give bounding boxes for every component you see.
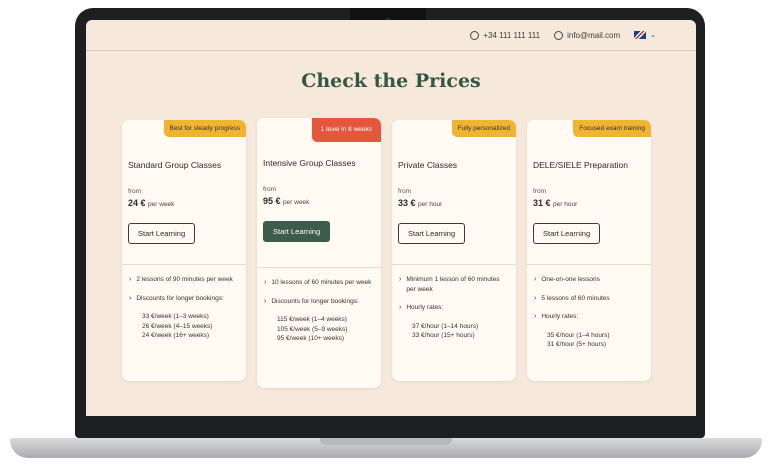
price: 31 € per hour (533, 198, 645, 208)
chevron-right-icon: › (129, 276, 132, 283)
price: 24 € per week (128, 198, 240, 208)
feature-item: › Discounts for longer bookings: (129, 294, 224, 302)
pricing-card-intensive: 1 level in 8 weeks Intensive Group Class… (257, 118, 381, 388)
card-title: DELE/SIELE Preparation (533, 160, 628, 170)
card-features: › Minimum 1 lesson of 60 minutes per week… (392, 265, 516, 341)
pricing-cards: Best for steady progress Standard Group … (122, 118, 658, 390)
phone-number: +34 111 111 111 (483, 30, 541, 40)
feature-item: › 10 lessons of 60 minutes per week (264, 279, 372, 286)
phone-link[interactable]: +34 111 111 111 (470, 30, 541, 40)
card-badge: Best for steady progress (163, 120, 246, 137)
at-sign-icon (554, 30, 564, 40)
card-title: Intensive Group Classes (263, 158, 356, 168)
card-badge: Focused exam training (573, 120, 651, 137)
price-from-label: from (128, 188, 141, 195)
feature-item: › One-on-one lessons (534, 276, 600, 283)
card-header: Standard Group Classes from 24 € per wee… (122, 120, 246, 265)
top-bar: +34 111 111 111 info@mail.com ⌄ (86, 20, 696, 51)
discount-line: 115 €/week (1–4 weeks) (277, 316, 347, 323)
feature-item: › Hourly rates: (399, 304, 444, 311)
page-title: Check the Prices (301, 70, 481, 92)
price-unit: per hour (553, 201, 578, 208)
price-value: 95 € (263, 196, 281, 206)
pricing-card-standard: Best for steady progress Standard Group … (122, 120, 246, 381)
chevron-right-icon: › (534, 313, 537, 320)
chevron-right-icon: › (534, 294, 537, 302)
discount-line: 33 €/week (1–3 weeks) (142, 313, 209, 320)
discount-line: 24 €/week (16+ weeks) (142, 332, 210, 339)
chevron-right-icon: › (264, 297, 267, 305)
price-from-label: from (533, 188, 546, 195)
phone-icon (470, 30, 480, 40)
card-title: Private Classes (398, 160, 458, 170)
price-value: 33 € (398, 198, 416, 208)
card-badge: 1 level in 8 weeks (311, 118, 381, 142)
chevron-right-icon: › (534, 276, 537, 283)
rate-line: 37 €/hour (1–14 hours) (412, 322, 479, 330)
rate-line: 33 €/hour (15+ hours) (412, 332, 475, 339)
card-features: › 10 lessons of 60 minutes per week › Disc… (257, 268, 381, 344)
card-title: Standard Group Classes (128, 160, 222, 170)
rate-line: 35 €/hour (1–4 hours) (547, 331, 610, 339)
price-value: 24 € (128, 198, 146, 208)
feature-item: › Hourly rates: (534, 313, 579, 320)
feature-item: › 2 lessons of 90 minutes per week (129, 276, 233, 283)
card-header: DELE/SIELE Preparation from 31 € per hou… (527, 120, 651, 265)
chevron-right-icon: › (399, 276, 402, 283)
price: 33 € per hour (398, 198, 510, 208)
laptop-mockup: +34 111 111 111 info@mail.com ⌄ Check th… (0, 0, 772, 472)
email-link[interactable]: info@mail.com (554, 30, 621, 40)
start-learning-button[interactable]: Start Learning (128, 223, 196, 244)
start-learning-button[interactable]: Start Learning (263, 221, 331, 242)
email-address: info@mail.com (567, 30, 621, 40)
discount-line: 105 €/week (5–9 weeks) (277, 325, 348, 333)
uk-flag-icon (634, 31, 647, 39)
pricing-card-dele-siele: Focused exam training DELE/SIELE Prepara… (527, 120, 651, 381)
price-unit: per hour (418, 201, 443, 208)
pricing-card-private: Fully personalized Private Classes from … (392, 120, 516, 381)
discount-line: 95 €/week (10+ weeks) (277, 335, 345, 342)
start-learning-button[interactable]: Start Learning (398, 223, 466, 244)
price: 95 € per week (263, 196, 375, 206)
price-from-label: from (398, 188, 411, 195)
laptop-base-lip (320, 438, 452, 445)
card-features: › 2 lessons of 90 minutes per week › Disco… (122, 265, 246, 341)
language-selector[interactable]: ⌄ (634, 31, 656, 39)
card-features: › One-on-one lessons › 5 lessons of 60 min… (527, 265, 651, 350)
price-from-label: from (263, 186, 276, 193)
chevron-down-icon: ⌄ (650, 32, 656, 39)
price-unit: per week (283, 199, 310, 206)
price-unit: per week (148, 201, 175, 208)
feature-item: › Minimum 1 lesson of 60 minutes per week (399, 276, 500, 293)
chevron-right-icon: › (264, 279, 267, 286)
feature-item: › Discounts for longer bookings: (264, 297, 359, 305)
price-value: 31 € (533, 198, 551, 208)
rate-line: 31 €/hour (5+ hours) (547, 341, 607, 348)
laptop-bezel (75, 416, 705, 438)
feature-item: › 5 lessons of 60 minutes (534, 294, 610, 302)
discount-line: 26 €/week (4–15 weeks) (142, 322, 213, 330)
card-header: Private Classes from 33 € per hour Start… (392, 120, 516, 265)
chevron-right-icon: › (129, 294, 132, 302)
screen: +34 111 111 111 info@mail.com ⌄ Check th… (86, 20, 696, 416)
start-learning-button[interactable]: Start Learning (533, 223, 601, 244)
card-badge: Fully personalized (451, 120, 516, 137)
chevron-right-icon: › (399, 304, 402, 311)
